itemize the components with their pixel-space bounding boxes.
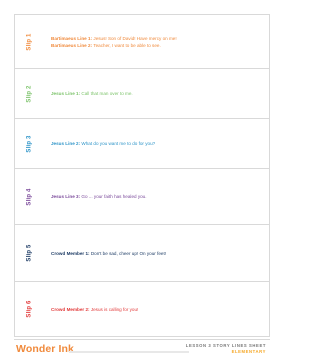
slip-label: Slip 2 — [27, 84, 33, 103]
slip-strip-4: Slip 4 Jesus Line 3: Go ... your faith h… — [14, 168, 270, 224]
slip-label: Slip 3 — [27, 134, 33, 153]
slip-strip-6: Slip 6 Crowd Member 2: Jesus is calling … — [14, 281, 270, 337]
speaker-name: Bartimaeus Line 1: — [51, 35, 93, 41]
slip-line: Bartimaeus Line 2: Teacher, I want to be… — [51, 42, 263, 49]
slip-text: Crowd Member 2: Jesus is calling for you… — [45, 306, 269, 313]
slip-text: Crowd Member 1: Don't be sad, cheer up! … — [45, 250, 269, 257]
line-text: Call that man over to me. — [81, 91, 133, 96]
slip-label-container: Slip 5 — [15, 225, 45, 281]
slip-label: Slip 6 — [27, 300, 33, 318]
line-text: Go ... your faith has healed you. — [81, 194, 147, 199]
slip-label-container: Slip 4 — [15, 169, 45, 224]
speaker-name: Jesus Line 2: — [51, 141, 81, 146]
line-text: Don't be sad, cheer up! On your feet! — [90, 250, 167, 256]
lesson-title: LESSON 3 STORY LINES SHEET — [185, 343, 266, 348]
line-text: Jesus! Son of David! Have mercy on me! — [93, 35, 177, 41]
speaker-name: Jesus Line 1: — [51, 91, 81, 96]
slip-strip-2: Slip 2 Jesus Line 1: Call that man over … — [14, 68, 270, 118]
speaker-name: Bartimaeus Line 2: — [51, 42, 93, 48]
speaker-name: Crowd Member 1: — [51, 250, 90, 256]
slip-label: Slip 1 — [27, 32, 33, 51]
slip-label-container: Slip 1 — [15, 15, 45, 68]
slip-label: Slip 5 — [27, 244, 33, 262]
speaker-name: Crowd Member 2: — [51, 306, 90, 312]
copyright-line — [69, 351, 189, 353]
slip-line: Bartimaeus Line 1: Jesus! Son of David! … — [51, 35, 263, 42]
line-text: What do you want me to do for you? — [81, 141, 156, 146]
slip-label-container: Slip 6 — [15, 282, 45, 336]
line-text: Jesus is calling for you! — [90, 306, 139, 312]
page-footer: Wonder Ink LESSON 3 STORY LINES SHEET EL… — [14, 339, 270, 357]
slip-strip-3: Slip 3 Jesus Line 2: What do you want me… — [14, 118, 270, 168]
slip-label-container: Slip 3 — [15, 119, 45, 168]
slip-label: Slip 4 — [27, 187, 33, 206]
slip-label-container: Slip 2 — [15, 69, 45, 118]
slip-text: Jesus Line 1: Call that man over to me. — [45, 90, 269, 97]
level-label: ELEMENTARY — [231, 348, 266, 354]
story-lines-sheet: Slip 1 Bartimaeus Line 1: Jesus! Son of … — [0, 0, 279, 358]
speaker-name: Jesus Line 3: — [51, 194, 81, 199]
brand-logo: Wonder Ink — [16, 343, 74, 355]
slip-text: Jesus Line 3: Go ... your faith has heal… — [45, 193, 269, 200]
line-text: Teacher, I want to be able to see. — [93, 42, 161, 48]
slip-text: Jesus Line 2: What do you want me to do … — [45, 140, 269, 147]
slip-strip-5: Slip 5 Crowd Member 1: Don't be sad, che… — [14, 224, 270, 281]
slip-strip-1: Slip 1 Bartimaeus Line 1: Jesus! Son of … — [14, 14, 270, 68]
slip-text: Bartimaeus Line 1: Jesus! Son of David! … — [45, 35, 269, 49]
